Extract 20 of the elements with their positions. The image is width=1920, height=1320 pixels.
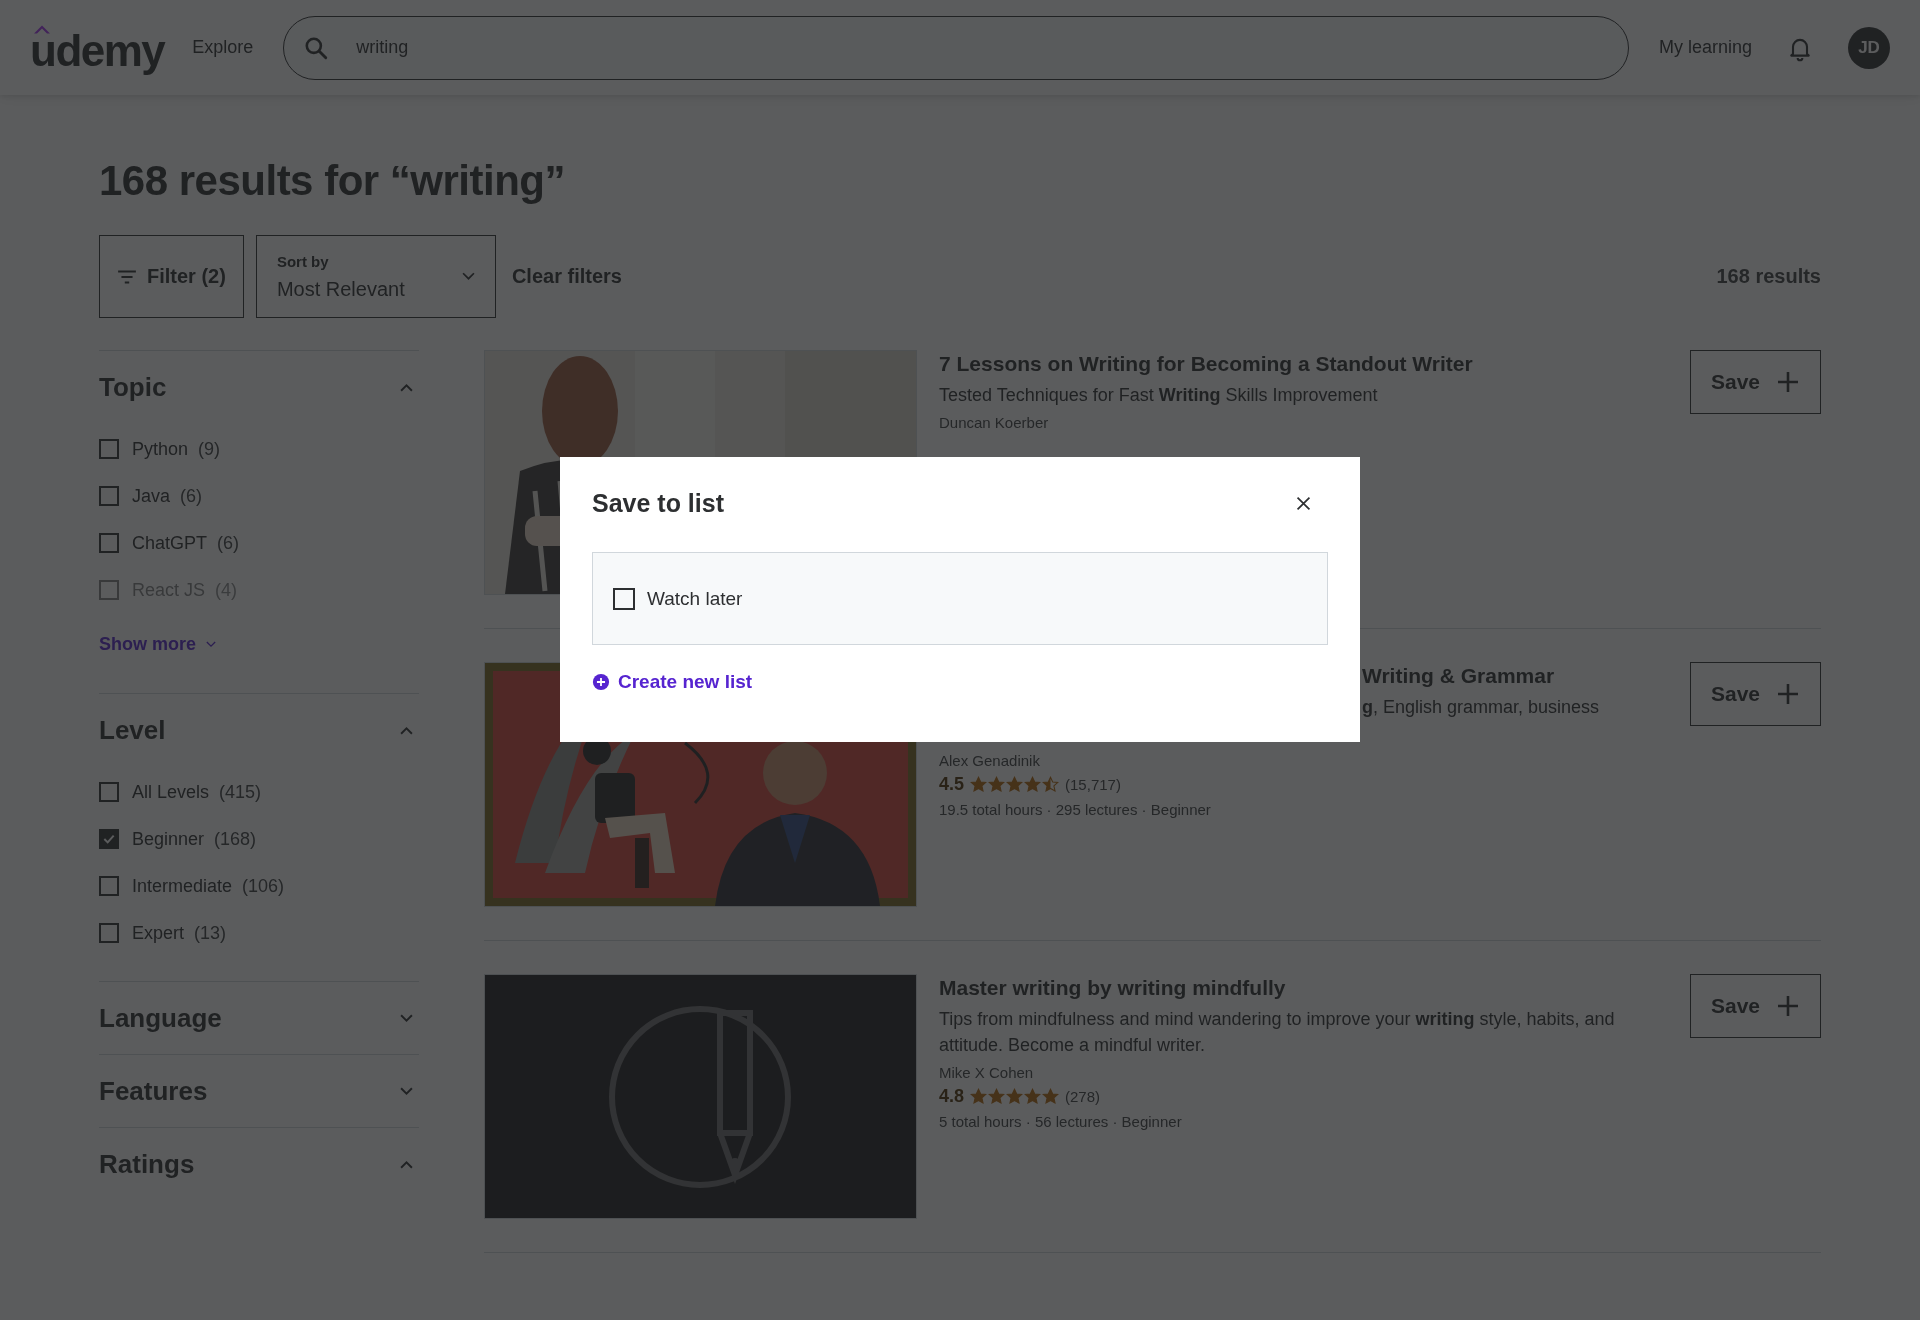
rating-value: 4.5 [939,774,965,796]
backdrop-overlay[interactable] [0,0,1920,1320]
my-learning-link[interactable]: My learning [1658,37,1752,58]
course-subtitle: Tips from mindfulness and mind wandering to improve your writing style, habits, and attitude. Become a mindful writer. [939,1008,1616,1058]
filter-option-label[interactable]: Python [132,438,189,460]
explore-link[interactable]: Explore [192,37,254,58]
checkbox[interactable] [613,587,635,610]
rating-value: 4.8 [939,1086,965,1108]
plus-circle-icon [592,673,610,691]
course-subtitle: g, English grammar, business [1361,696,1601,719]
course-subtitle: Tested Techniques for Fast Writing Skills Improvement [939,384,1379,407]
list-name[interactable]: Watch later [647,587,743,610]
dialog-title: Save to list [592,489,724,518]
close-icon[interactable] [1295,495,1312,512]
results-heading: 168 results for “writing” [99,157,566,205]
sort-value: Most Relevant [276,277,405,301]
create-new-list-link[interactable]: Create new list [618,671,753,693]
filter-option-label[interactable]: Beginner [132,828,205,850]
filter-option-label[interactable]: Expert [132,922,185,944]
sort-label: Sort by [276,252,330,270]
